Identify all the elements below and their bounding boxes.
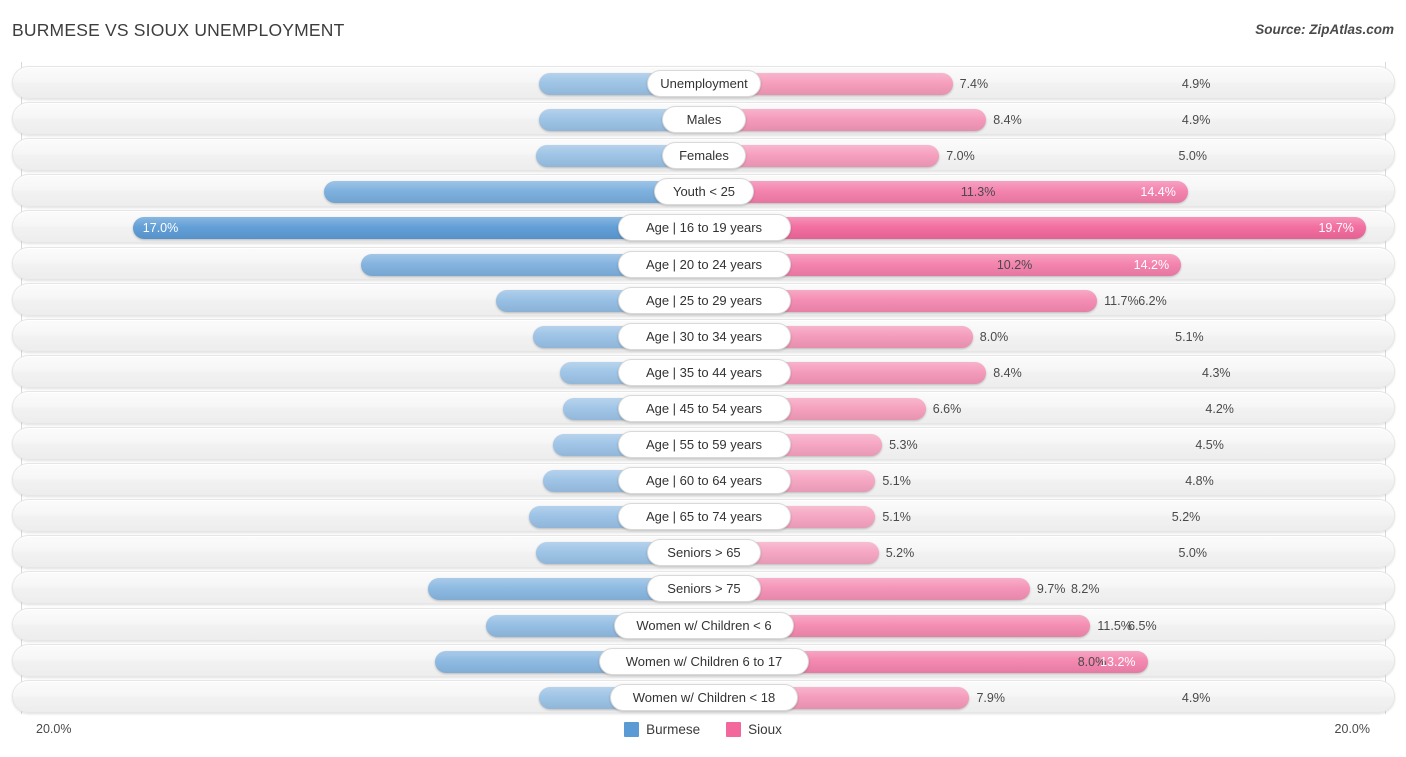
chart-root: BURMESE VS SIOUX UNEMPLOYMENT Source: Zi… bbox=[0, 0, 1406, 757]
value-label-burmese: 8.2% bbox=[1070, 582, 1100, 597]
row-label-pill: Women w/ Children < 18 bbox=[610, 683, 798, 711]
value-label-burmese: 5.1% bbox=[1175, 329, 1204, 344]
chart-row: 6.5% 11.5% Women w/ Children < 6 bbox=[12, 607, 1395, 641]
legend-label-burmese: Burmese bbox=[646, 722, 701, 737]
value-label-burmese: 4.5% bbox=[1195, 438, 1224, 452]
row-label-pill: Age | 25 to 29 years bbox=[617, 286, 791, 314]
row-label-pill: Unemployment bbox=[646, 70, 762, 97]
row-label-pill: Women w/ Children 6 to 17 bbox=[599, 647, 809, 675]
value-label-burmese: 4.9% bbox=[1181, 690, 1211, 705]
bar-gloss bbox=[704, 109, 987, 132]
row-label-pill: Males bbox=[662, 106, 746, 134]
chart-row: 4.9% 7.4% Unemployment bbox=[12, 66, 1395, 99]
value-label-sioux: 7.9% bbox=[976, 690, 1005, 705]
bar-sioux[interactable] bbox=[704, 109, 987, 132]
value-label-sioux: 8.0% bbox=[979, 329, 1009, 344]
row-label-pill: Age | 20 to 24 years bbox=[617, 250, 791, 278]
row-label-pill: Age | 60 to 64 years bbox=[617, 467, 791, 495]
chart-row: 4.3% 8.4% Age | 35 to 44 years bbox=[12, 354, 1395, 388]
value-label-sioux: 5.3% bbox=[889, 438, 918, 452]
legend-item-burmese: Burmese bbox=[624, 722, 700, 737]
diverging-bar-plot: 4.9% 7.4% Unemployment 4.9% 8.4% Males 5.0% 7.0… bbox=[0, 62, 1406, 717]
bar-sioux[interactable] bbox=[704, 217, 1366, 240]
value-label-sioux: 7.0% bbox=[946, 149, 975, 164]
chart-row: 4.2% 6.6% Age | 45 to 54 years bbox=[12, 390, 1395, 424]
value-label-burmese: 5.0% bbox=[1178, 149, 1208, 164]
chart-row: 5.2% 5.1% Age | 65 to 74 years bbox=[12, 499, 1395, 533]
value-label-sioux: 14.2% bbox=[1133, 257, 1170, 272]
value-label-sioux: 11.5% bbox=[1097, 618, 1132, 633]
bar-burmese[interactable] bbox=[324, 181, 704, 204]
value-label-sioux: 11.7% bbox=[1104, 293, 1139, 308]
value-label-burmese: 4.8% bbox=[1185, 474, 1214, 489]
chart-row: 4.5% 5.3% Age | 55 to 59 years bbox=[12, 427, 1395, 460]
chart-row: 8.0% 13.2% Women w/ Children 6 to 17 bbox=[12, 643, 1395, 677]
row-label-pill: Age | 55 to 59 years bbox=[617, 431, 791, 458]
value-label-burmese: 4.9% bbox=[1181, 113, 1211, 128]
legend-item-sioux: Sioux bbox=[726, 722, 782, 737]
chart-row: 4.9% 7.9% Women w/ Children < 18 bbox=[12, 679, 1395, 713]
value-label-burmese: 5.2% bbox=[1171, 510, 1201, 525]
row-label-pill: Age | 45 to 54 years bbox=[617, 394, 791, 422]
bar-gloss bbox=[704, 217, 1366, 240]
legend-swatch-burmese bbox=[624, 722, 640, 737]
bar-gloss bbox=[704, 181, 1188, 204]
value-label-sioux: 5.1% bbox=[882, 510, 911, 525]
value-label-burmese: 10.2% bbox=[996, 257, 1033, 272]
value-label-burmese: 11.3% bbox=[960, 185, 996, 200]
row-label-pill: Age | 65 to 74 years bbox=[617, 503, 791, 531]
value-label-sioux: 14.4% bbox=[1140, 185, 1176, 200]
value-label-burmese: 5.0% bbox=[1178, 546, 1208, 561]
row-label-pill: Women w/ Children < 6 bbox=[613, 611, 795, 639]
value-label-burmese: 4.3% bbox=[1202, 365, 1231, 380]
value-label-sioux: 5.2% bbox=[885, 546, 915, 561]
value-label-sioux: 19.7% bbox=[1318, 221, 1354, 236]
axis-label-left: 20.0% bbox=[36, 722, 72, 736]
value-label-burmese: 6.5% bbox=[1128, 618, 1157, 633]
chart-row: 17.0% 19.7% Age | 16 to 19 years bbox=[12, 210, 1395, 244]
value-label-sioux: 13.2% bbox=[1100, 654, 1136, 669]
chart-row: 5.1% 8.0% Age | 30 to 34 years bbox=[12, 318, 1395, 352]
value-label-sioux: 8.4% bbox=[993, 113, 1022, 128]
value-label-sioux: 8.4% bbox=[993, 365, 1022, 380]
page-title: BURMESE VS SIOUX UNEMPLOYMENT bbox=[12, 20, 345, 40]
chart-row: 8.2% 9.7% Seniors > 75 bbox=[12, 571, 1395, 605]
row-label-pill: Age | 35 to 44 years bbox=[617, 358, 791, 386]
row-label-pill: Seniors > 75 bbox=[646, 575, 762, 603]
legend-label-sioux: Sioux bbox=[748, 722, 782, 737]
chart-row: 6.2% 11.7% Age | 25 to 29 years bbox=[12, 282, 1395, 316]
row-label-pill: Age | 30 to 34 years bbox=[617, 322, 791, 350]
value-label-sioux: 6.6% bbox=[932, 401, 962, 416]
chart-row: 5.0% 5.2% Seniors > 65 bbox=[12, 535, 1395, 569]
row-label-pill: Seniors > 65 bbox=[646, 539, 762, 567]
legend-swatch-sioux bbox=[726, 722, 742, 737]
source-attribution: Source: ZipAtlas.com bbox=[1255, 22, 1394, 37]
value-label-sioux: 5.1% bbox=[882, 474, 911, 489]
bar-sioux[interactable] bbox=[704, 181, 1188, 204]
value-label-burmese: 17.0% bbox=[142, 221, 179, 236]
chart-row: 4.8% 5.1% Age | 60 to 64 years bbox=[12, 463, 1395, 497]
chart-row: 10.2% 14.2% Age | 20 to 24 years bbox=[12, 246, 1395, 280]
row-label-pill: Youth < 25 bbox=[654, 178, 754, 206]
bar-gloss bbox=[324, 181, 704, 204]
row-label-pill: Age | 16 to 19 years bbox=[617, 214, 791, 242]
chart-row: 5.0% 7.0% Females bbox=[12, 138, 1395, 172]
value-label-sioux: 7.4% bbox=[959, 77, 989, 91]
chart-row: 4.9% 8.4% Males bbox=[12, 102, 1395, 136]
value-label-sioux: 9.7% bbox=[1036, 582, 1066, 597]
axis-label-right: 20.0% bbox=[1334, 722, 1370, 736]
value-label-burmese: 4.9% bbox=[1181, 77, 1211, 91]
value-label-burmese: 6.2% bbox=[1138, 293, 1167, 308]
row-label-pill: Females bbox=[662, 142, 746, 170]
value-label-burmese: 4.2% bbox=[1205, 401, 1234, 416]
chart-legend: Burmese Sioux bbox=[0, 722, 1406, 737]
chart-row: 11.3% 14.4% Youth < 25 bbox=[12, 174, 1395, 208]
